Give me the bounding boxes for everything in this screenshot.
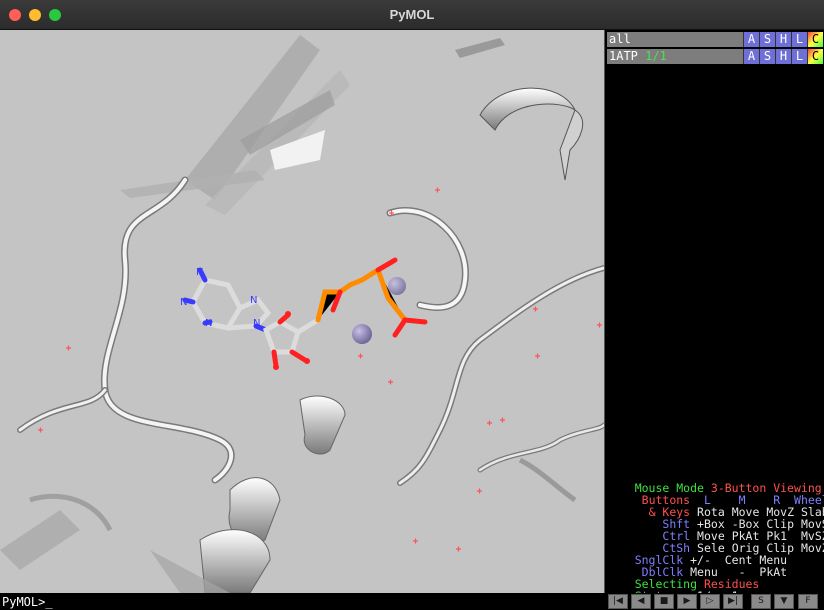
color-button[interactable]: C bbox=[807, 32, 823, 47]
fullscreen-button[interactable]: F bbox=[798, 594, 818, 609]
scene-button[interactable]: S bbox=[751, 594, 771, 609]
hide-button[interactable]: H bbox=[775, 49, 791, 64]
command-line[interactable]: PyMOL>_ bbox=[0, 593, 604, 610]
object-row-all[interactable]: all A S H L C bbox=[607, 32, 823, 47]
object-name[interactable]: all bbox=[609, 32, 631, 47]
molecule-viewport[interactable]: N N N N N bbox=[0, 30, 604, 593]
svg-text:N: N bbox=[253, 318, 260, 329]
hide-button[interactable]: H bbox=[775, 32, 791, 47]
title-bar: PyMOL bbox=[0, 0, 824, 30]
action-button[interactable]: A bbox=[743, 49, 759, 64]
window-title: PyMOL bbox=[389, 7, 435, 22]
object-state: 1/1 bbox=[645, 49, 667, 63]
fast-forward-icon[interactable]: ▶| bbox=[723, 594, 743, 609]
svg-text:N: N bbox=[180, 297, 187, 308]
object-panel: all A S H L C 1ATP 1/1 A S H L C bbox=[604, 30, 824, 468]
label-button[interactable]: L bbox=[791, 49, 807, 64]
stop-icon[interactable]: ■ bbox=[654, 594, 674, 609]
object-name[interactable]: 1ATP 1/1 bbox=[609, 49, 667, 64]
svg-text:N: N bbox=[250, 295, 257, 306]
rewind-icon[interactable]: |◀ bbox=[608, 594, 628, 609]
step-forward-icon[interactable]: ▷ bbox=[700, 594, 720, 609]
svg-text:N: N bbox=[196, 267, 203, 278]
atp-ligand bbox=[182, 257, 428, 369]
show-button[interactable]: S bbox=[759, 32, 775, 47]
atp-atoms: N N N N N bbox=[180, 267, 310, 370]
show-button[interactable]: S bbox=[759, 49, 775, 64]
label-button[interactable]: L bbox=[791, 32, 807, 47]
metal-ion bbox=[388, 277, 406, 295]
step-back-icon[interactable]: ◀ bbox=[631, 594, 651, 609]
mouse-mode-panel[interactable]: Mouse Mode 3-Button Viewing Buttons L M … bbox=[604, 468, 824, 602]
metal-ion bbox=[352, 324, 372, 344]
object-row-1atp[interactable]: 1ATP 1/1 A S H L C bbox=[607, 49, 823, 64]
movie-controls: |◀ ◀ ■ ▶ ▷ ▶| S ▼ F bbox=[604, 593, 824, 610]
command-prompt[interactable]: PyMOL>_ bbox=[2, 595, 53, 609]
down-triangle-icon[interactable]: ▼ bbox=[774, 594, 794, 609]
molecule-scene: N N N N N bbox=[0, 35, 604, 593]
protein-cartoon bbox=[0, 35, 584, 593]
play-icon[interactable]: ▶ bbox=[677, 594, 697, 609]
color-button[interactable]: C bbox=[807, 49, 823, 64]
action-button[interactable]: A bbox=[743, 32, 759, 47]
svg-text:N: N bbox=[205, 318, 212, 329]
